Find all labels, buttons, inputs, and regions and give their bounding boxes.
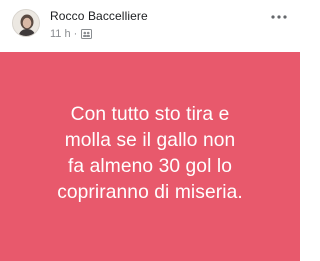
post-background-card: Con tutto sto tira e molla se il gallo n… [0, 52, 300, 261]
post-time[interactable]: 11 h [50, 28, 71, 40]
author-name[interactable]: Rocco Baccelliere [50, 9, 148, 23]
avatar[interactable] [12, 9, 40, 37]
facebook-post: Rocco Baccelliere 11 h · Con tutto sto t… [0, 0, 300, 261]
friends-icon[interactable] [81, 29, 93, 39]
post-header: Rocco Baccelliere 11 h · [0, 0, 300, 52]
post-text: Con tutto sto tira e molla se il gallo n… [57, 103, 243, 203]
more-options-button[interactable] [268, 10, 290, 24]
meta-separator: · [73, 28, 78, 40]
avatar-image [13, 10, 39, 36]
post-meta: 11 h · [50, 27, 93, 41]
more-dots-icon [271, 15, 287, 19]
